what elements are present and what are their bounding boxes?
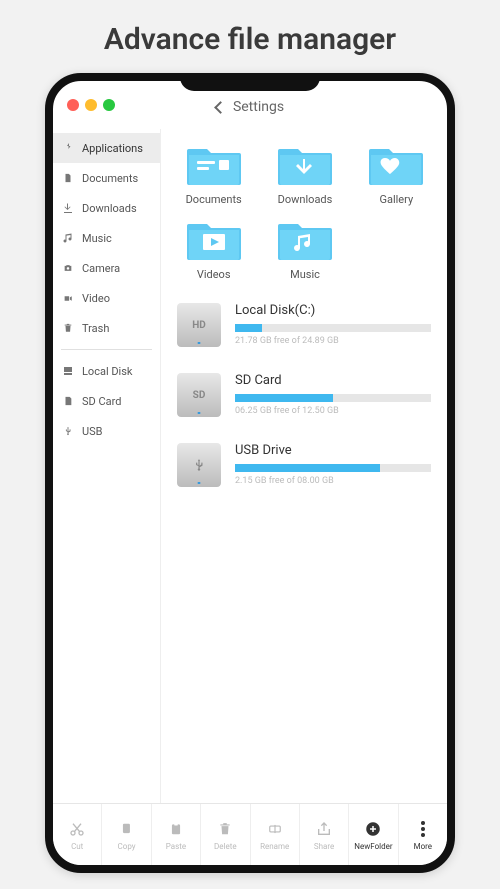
- sidebar-item-label: Local Disk: [82, 365, 133, 378]
- toolbar-label: Copy: [118, 842, 136, 851]
- toolbar-share[interactable]: Share: [300, 804, 349, 865]
- folder-label: Music: [290, 268, 320, 281]
- toolbar-label: Rename: [260, 842, 289, 851]
- window-controls: [67, 99, 115, 111]
- folder-icon: [276, 141, 334, 187]
- usb-icon: [61, 424, 75, 438]
- folder-label: Gallery: [379, 193, 413, 206]
- drive-local-disk-c-[interactable]: HD Local Disk(C:) 21.78 GB free of 24.89 G…: [177, 303, 439, 347]
- maximize-icon[interactable]: [103, 99, 115, 111]
- drive-usage-bar: [235, 394, 431, 402]
- sidebar-item-downloads[interactable]: Downloads: [53, 193, 160, 223]
- folder-gallery[interactable]: Gallery: [354, 141, 439, 206]
- drive-usage-bar: [235, 464, 431, 472]
- more-icon: [420, 819, 426, 839]
- toolbar-label: More: [414, 842, 432, 851]
- toolbar-newfolder[interactable]: NewFolder: [349, 804, 398, 865]
- folder-label: Documents: [186, 193, 242, 206]
- drive-name: SD Card: [235, 373, 431, 388]
- sidebar-item-camera[interactable]: Camera: [53, 253, 160, 283]
- folder-label: Downloads: [278, 193, 333, 206]
- newfolder-icon: [364, 819, 382, 839]
- sidebar-item-label: USB: [82, 425, 103, 438]
- drive-list: HD Local Disk(C:) 21.78 GB free of 24.89 G…: [171, 303, 439, 487]
- folder-music[interactable]: Music: [262, 216, 347, 281]
- toolbar-rename[interactable]: Rename: [251, 804, 300, 865]
- cut-icon: [69, 819, 85, 839]
- sidebar-item-video[interactable]: Video: [53, 283, 160, 313]
- main-content: Documents Downloads Gallery Videos Music HD L…: [161, 129, 447, 803]
- folder-grid: Documents Downloads Gallery Videos Music: [171, 141, 439, 281]
- toolbar-cut[interactable]: Cut: [53, 804, 102, 865]
- toolbar-label: Share: [314, 842, 334, 851]
- sidebar-item-documents[interactable]: Documents: [53, 163, 160, 193]
- sidebar-item-label: Camera: [82, 262, 120, 275]
- sidebar-item-label: Trash: [82, 322, 109, 335]
- sidebar-item-label: Music: [82, 232, 112, 245]
- sidebar-item-label: Video: [82, 292, 110, 305]
- download-icon: [61, 201, 75, 215]
- folder-icon: [185, 141, 243, 187]
- sidebar-item-trash[interactable]: Trash: [53, 313, 160, 343]
- delete-icon: [218, 819, 232, 839]
- rename-icon: [266, 819, 284, 839]
- sidebar-item-label: SD Card: [82, 395, 121, 408]
- folder-downloads[interactable]: Downloads: [262, 141, 347, 206]
- sidebar-item-music[interactable]: Music: [53, 223, 160, 253]
- folder-icon: [367, 141, 425, 187]
- share-icon: [316, 819, 332, 839]
- drive-free-text: 2.15 GB free of 08.00 GB: [235, 476, 431, 486]
- apps-icon: [61, 141, 75, 155]
- toolbar-label: Paste: [166, 842, 186, 851]
- folder-label: Videos: [197, 268, 231, 281]
- drive-free-text: 21.78 GB free of 24.89 GB: [235, 336, 431, 346]
- drive-free-text: 06.25 GB free of 12.50 GB: [235, 406, 431, 416]
- camera-icon: [61, 261, 75, 275]
- sidebar-storage-sd-card[interactable]: SD Card: [53, 386, 160, 416]
- drive-name: USB Drive: [235, 443, 431, 458]
- minimize-icon[interactable]: [85, 99, 97, 111]
- drive-usage-bar: [235, 324, 431, 332]
- folder-videos[interactable]: Videos: [171, 216, 256, 281]
- sidebar-item-label: Documents: [82, 172, 138, 185]
- sidebar-item-label: Downloads: [82, 202, 137, 215]
- trash-icon: [61, 321, 75, 335]
- folder-icon: [185, 216, 243, 262]
- sidebar-item-label: Applications: [82, 142, 143, 155]
- close-icon[interactable]: [67, 99, 79, 111]
- page-title: Advance file manager: [0, 0, 500, 73]
- drive-name: Local Disk(C:): [235, 303, 431, 318]
- toolbar-copy[interactable]: Copy: [102, 804, 151, 865]
- back-icon[interactable]: [214, 101, 227, 114]
- sidebar-item-applications[interactable]: Applications: [53, 133, 160, 163]
- device-notch: [180, 73, 320, 91]
- folder-icon: [276, 216, 334, 262]
- drive-usb-drive[interactable]: USB Drive 2.15 GB free of 08.00 GB: [177, 443, 439, 487]
- drive-sd-card[interactable]: SD SD Card 06.25 GB free of 12.50 GB: [177, 373, 439, 417]
- toolbar-label: Delete: [214, 842, 237, 851]
- disk-icon: [61, 364, 75, 378]
- sidebar-divider: [61, 349, 152, 350]
- video-icon: [61, 291, 75, 305]
- toolbar-delete[interactable]: Delete: [201, 804, 250, 865]
- toolbar-label: NewFolder: [354, 842, 392, 851]
- sidebar-storage-usb[interactable]: USB: [53, 416, 160, 446]
- drive-icon: HD: [177, 303, 221, 347]
- copy-icon: [120, 819, 134, 839]
- device-frame: Settings Applications Documents Downloads M…: [45, 73, 455, 873]
- bottom-toolbar: Cut Copy Paste Delete Rename Share NewFolder Mo…: [53, 803, 447, 865]
- toolbar-more[interactable]: More: [399, 804, 447, 865]
- drive-icon: SD: [177, 373, 221, 417]
- folder-documents[interactable]: Documents: [171, 141, 256, 206]
- toolbar-paste[interactable]: Paste: [152, 804, 201, 865]
- sd-icon: [61, 394, 75, 408]
- toolbar-label: Cut: [71, 842, 83, 851]
- sidebar-storage-local-disk[interactable]: Local Disk: [53, 356, 160, 386]
- doc-icon: [61, 171, 75, 185]
- header-title: Settings: [233, 99, 284, 115]
- drive-icon: [177, 443, 221, 487]
- music-icon: [61, 231, 75, 245]
- sidebar: Applications Documents Downloads Music Camer…: [53, 129, 161, 803]
- paste-icon: [169, 819, 183, 839]
